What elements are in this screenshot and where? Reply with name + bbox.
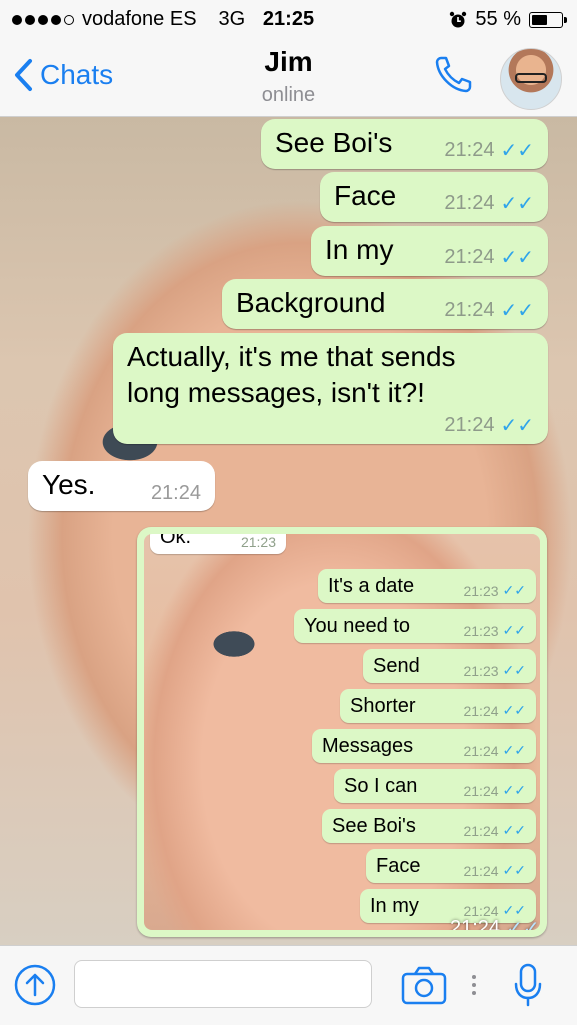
- read-ticks-icon: ✓✓: [502, 782, 526, 798]
- read-ticks-icon: ✓✓: [502, 822, 526, 838]
- embedded-message-time: 21:23: [240, 534, 276, 550]
- embedded-message-meta: 21:24 ✓✓: [463, 742, 526, 759]
- message-meta: 21:24 ✓✓: [444, 413, 534, 438]
- message-time: 21:24: [444, 299, 495, 321]
- read-ticks-icon: ✓✓: [502, 862, 526, 878]
- read-ticks-icon: ✓✓: [500, 140, 534, 162]
- embedded-message-meta: 21:24 ✓✓: [463, 782, 526, 799]
- embedded-message-text: You need to: [304, 615, 411, 637]
- read-ticks-icon: ✓✓: [500, 300, 534, 322]
- embedded-message-time: 21:24: [463, 742, 499, 759]
- contact-status: online: [261, 84, 316, 106]
- embedded-message-text: Face: [376, 855, 421, 877]
- status-bar: vodafone ES 3G 21:25 55 %: [0, 0, 577, 38]
- embedded-message-text: Shorter: [350, 695, 416, 717]
- message-bubble-outgoing[interactable]: In my 21:24 ✓✓: [311, 226, 548, 276]
- read-ticks-icon: ✓✓: [502, 702, 526, 718]
- message-bubble-outgoing[interactable]: Actually, it's me that sends long messag…: [113, 333, 548, 444]
- embedded-message-time: 21:24: [463, 702, 499, 719]
- embedded-message-incoming: Ok. 21:23: [150, 534, 286, 554]
- status-right: 55 %: [449, 8, 567, 31]
- message-text: Background: [236, 287, 386, 318]
- battery-icon: [529, 11, 567, 28]
- read-ticks-icon: ✓✓: [500, 247, 534, 269]
- embedded-message-text: So I can: [344, 775, 418, 797]
- embedded-message-text: Messages: [322, 735, 414, 757]
- phone-icon[interactable]: [432, 52, 476, 96]
- image-message-bubble[interactable]: Ok. 21:23 It's a date 21:23 ✓✓ You need t…: [137, 527, 547, 937]
- embedded-message-outgoing: Shorter 21:24 ✓✓: [340, 689, 536, 723]
- camera-icon[interactable]: [400, 964, 448, 1006]
- embedded-message-meta: 21:23 ✓✓: [463, 662, 526, 679]
- embedded-message-meta: 21:23 ✓✓: [463, 582, 526, 599]
- read-ticks-icon: ✓✓: [506, 918, 540, 930]
- upload-arrow-icon[interactable]: [14, 964, 56, 1006]
- embedded-message-time: 21:24: [463, 782, 499, 799]
- chat-header: Chats Jim online: [0, 38, 577, 117]
- embedded-message-outgoing: Send 21:23 ✓✓: [363, 649, 536, 683]
- image-message-thumbnail[interactable]: Ok. 21:23 It's a date 21:23 ✓✓ You need t…: [144, 534, 540, 930]
- message-time: 21:24: [444, 414, 495, 436]
- compose-bar: [0, 945, 577, 1025]
- message-time: 21:24: [444, 192, 495, 214]
- battery-percent: 55 %: [475, 8, 521, 30]
- embedded-message-text: Send: [373, 655, 420, 677]
- message-bubble-outgoing[interactable]: Face 21:24 ✓✓: [320, 172, 548, 222]
- embedded-message-text: In my: [370, 895, 419, 917]
- message-input[interactable]: [74, 960, 372, 1008]
- message-time: 21:24: [444, 139, 495, 161]
- message-meta: 21:24 ✓✓: [444, 191, 534, 216]
- message-meta: 21:24 ✓✓: [444, 298, 534, 323]
- read-ticks-icon: ✓✓: [500, 415, 534, 437]
- read-ticks-icon: ✓✓: [502, 622, 526, 638]
- message-text: Face: [334, 180, 397, 211]
- embedded-message-outgoing: So I can 21:24 ✓✓: [334, 769, 536, 803]
- message-text: In my: [325, 234, 394, 265]
- embedded-message-text: See Boi's: [332, 815, 416, 837]
- message-text: See Boi's: [275, 127, 393, 158]
- read-ticks-icon: ✓✓: [502, 662, 526, 678]
- message-bubble-outgoing[interactable]: See Boi's 21:24 ✓✓: [261, 119, 548, 169]
- message-meta: 21:24 ✓✓: [444, 245, 534, 270]
- contact-avatar[interactable]: [500, 48, 562, 110]
- embedded-message-time: 21:24: [463, 862, 499, 879]
- message-time: 21:24: [150, 482, 201, 504]
- embedded-message-text: It's a date: [328, 575, 415, 597]
- embedded-message-outgoing: Messages 21:24 ✓✓: [312, 729, 536, 763]
- more-options-icon[interactable]: [470, 974, 478, 996]
- message-text: Yes.: [42, 469, 96, 500]
- message-bubble-outgoing[interactable]: Background 21:24 ✓✓: [222, 279, 548, 329]
- embedded-message-meta: 21:24 ✓✓: [463, 862, 526, 879]
- message-text: Actually, it's me that sends long messag…: [127, 341, 456, 408]
- message-bubble-incoming[interactable]: Yes. 21:24: [28, 461, 215, 511]
- microphone-icon[interactable]: [512, 962, 544, 1008]
- embedded-message-outgoing: See Boi's 21:24 ✓✓: [322, 809, 536, 843]
- embedded-message-outgoing: It's a date 21:23 ✓✓: [318, 569, 536, 603]
- message-meta: 21:24 ✓✓: [444, 138, 534, 163]
- message-meta: 21:24: [151, 482, 201, 505]
- embedded-message-time: 21:23: [463, 622, 499, 639]
- read-ticks-icon: ✓✓: [502, 742, 526, 758]
- embedded-message-meta: 21:23 ✓✓: [463, 622, 526, 639]
- embedded-message-time: 21:24: [463, 822, 499, 839]
- message-time: 21:24: [444, 246, 495, 268]
- embedded-message-meta: 21:24 ✓✓: [463, 702, 526, 719]
- embedded-message-time: 21:23: [463, 662, 499, 679]
- contact-name[interactable]: Jim: [0, 46, 577, 78]
- alarm-clock-icon: [450, 11, 467, 27]
- embedded-message-meta: 21:24 ✓✓: [463, 822, 526, 839]
- embedded-message-text: Ok.: [160, 534, 192, 548]
- embedded-message-outgoing: You need to 21:23 ✓✓: [294, 609, 536, 643]
- read-ticks-icon: ✓✓: [500, 193, 534, 215]
- read-ticks-icon: ✓✓: [502, 582, 526, 598]
- image-message-time: 21:24: [450, 917, 501, 930]
- embedded-message-time: 21:23: [463, 582, 499, 599]
- embedded-message-outgoing: Face 21:24 ✓✓: [366, 849, 536, 883]
- image-message-meta: 21:24 ✓✓: [450, 916, 540, 930]
